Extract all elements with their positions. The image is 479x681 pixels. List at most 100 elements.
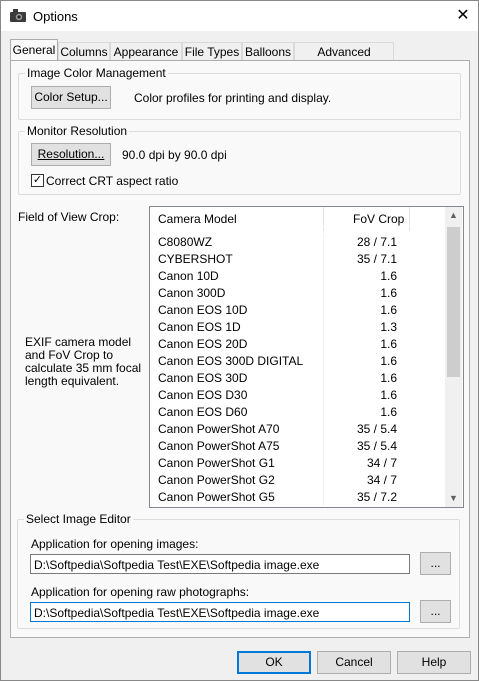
list-item[interactable]: Canon EOS 30D 1.6: [150, 370, 445, 387]
fov-crop-cell: 35 / 5.4: [356, 422, 397, 436]
tab-advanced-settings[interactable]: Advanced Settings: [294, 42, 394, 77]
cell-divider: [323, 387, 324, 404]
tab-general[interactable]: General: [10, 39, 58, 61]
fov-crop-cell: 1.6: [380, 286, 397, 300]
camera-model-cell: Canon PowerShot G5: [158, 490, 275, 504]
camera-model-cell: Canon 10D: [158, 269, 219, 283]
tab-file-types[interactable]: File Types: [182, 42, 242, 61]
list-header: Camera Model FoV Crop: [150, 207, 445, 231]
list-item[interactable]: Canon 300D 1.6: [150, 285, 445, 302]
column-header-fov[interactable]: FoV Crop: [353, 207, 404, 231]
fov-crop-cell: 1.6: [380, 371, 397, 385]
open-raw-path-field[interactable]: D:\Softpedia\Softpedia Test\EXE\Softpedi…: [30, 602, 410, 622]
list-item[interactable]: Canon EOS D30 1.6: [150, 387, 445, 404]
list-item[interactable]: Canon PowerShot G1 34 / 7: [150, 455, 445, 472]
header-divider[interactable]: [409, 207, 410, 231]
tab-balloons[interactable]: Balloons: [242, 42, 294, 61]
resolution-button[interactable]: Resolution...: [31, 143, 111, 166]
title-bar[interactable]: Options ✕: [1, 1, 478, 31]
cell-divider: [323, 353, 324, 370]
fov-crop-cell: 1.6: [380, 405, 397, 419]
help-button[interactable]: Help: [397, 651, 471, 674]
camera-model-cell: Canon PowerShot A70: [158, 422, 280, 436]
crt-aspect-label: Correct CRT aspect ratio: [46, 174, 179, 188]
open-images-label: Application for opening images:: [31, 537, 199, 551]
list-item[interactable]: Canon EOS 10D 1.6: [150, 302, 445, 319]
camera-fov-list[interactable]: Camera Model FoV Crop C8080WZ 28 / 7.1 CYB…: [149, 206, 464, 508]
fov-crop-cell: 34 / 7: [366, 473, 397, 487]
cell-divider: [323, 319, 324, 336]
fov-crop-cell: 35 / 5.4: [356, 439, 397, 453]
tab-columns[interactable]: Columns: [58, 42, 110, 61]
color-profiles-description: Color profiles for printing and display.: [134, 91, 332, 105]
list-item[interactable]: Canon PowerShot G5 35 / 7.2: [150, 489, 445, 506]
open-raw-label: Application for opening raw photographs:: [31, 585, 250, 599]
cell-divider: [323, 421, 324, 438]
options-dialog: Options ✕ General Columns Appearance Fil…: [0, 0, 479, 681]
list-item[interactable]: Canon PowerShot A75 35 / 5.4: [150, 438, 445, 455]
fov-crop-cell: 1.6: [380, 354, 397, 368]
fov-crop-cell: 34 / 7: [366, 456, 397, 470]
cancel-button[interactable]: Cancel: [317, 651, 391, 674]
column-header-model[interactable]: Camera Model: [158, 207, 237, 231]
cell-divider: [323, 285, 324, 302]
fov-crop-label: Field of View Crop:: [18, 210, 120, 224]
cell-divider: [323, 251, 324, 268]
list-item[interactable]: Canon PowerShot A70 35 / 5.4: [150, 421, 445, 438]
color-management-label: Image Color Management: [25, 66, 168, 80]
camera-model-cell: Canon EOS D30: [158, 388, 248, 402]
scrollbar-thumb[interactable]: [447, 227, 460, 377]
fov-crop-cell: 1.6: [380, 303, 397, 317]
cell-divider: [323, 438, 324, 455]
tab-appearance[interactable]: Appearance: [110, 42, 182, 61]
color-setup-label: Color Setup...: [34, 90, 108, 104]
camera-model-cell: Canon EOS D60: [158, 405, 248, 419]
camera-model-cell: Canon EOS 300D DIGITAL: [158, 354, 304, 368]
cell-divider: [323, 472, 324, 489]
fov-description: EXIF camera model and FoV Crop to calcul…: [25, 335, 142, 388]
cell-divider: [323, 455, 324, 472]
window-title: Options: [33, 9, 78, 24]
camera-model-cell: Canon EOS 30D: [158, 371, 248, 385]
fov-crop-cell: 1.6: [380, 269, 397, 283]
fov-crop-cell: 35 / 7.1: [356, 252, 397, 266]
camera-model-cell: Canon PowerShot A75: [158, 439, 280, 453]
camera-model-cell: Canon EOS 10D: [158, 303, 248, 317]
list-item[interactable]: Canon PowerShot G2 34 / 7: [150, 472, 445, 489]
open-images-browse-button[interactable]: ...: [420, 552, 451, 575]
list-item[interactable]: C8080WZ 28 / 7.1: [150, 234, 445, 251]
close-icon[interactable]: ✕: [448, 1, 478, 31]
camera-model-cell: Canon PowerShot G2: [158, 473, 275, 487]
monitor-resolution-label: Monitor Resolution: [25, 124, 130, 138]
camera-model-cell: Canon 300D: [158, 286, 226, 300]
resolution-value: 90.0 dpi by 90.0 dpi: [122, 148, 227, 162]
scroll-down-icon[interactable]: ▼: [445, 490, 462, 507]
fov-crop-cell: 28 / 7.1: [356, 235, 397, 249]
list-item[interactable]: Canon EOS D60 1.6: [150, 404, 445, 421]
camera-icon: [10, 9, 26, 22]
camera-model-cell: C8080WZ: [158, 235, 213, 249]
list-item[interactable]: Canon EOS 20D 1.6: [150, 336, 445, 353]
ok-button[interactable]: OK: [237, 651, 311, 674]
cell-divider: [323, 404, 324, 421]
resolution-label: Resolution...: [37, 147, 105, 161]
camera-model-cell: Canon EOS 1D: [158, 320, 241, 334]
fov-crop-cell: 1.6: [380, 388, 397, 402]
list-item[interactable]: CYBERSHOT 35 / 7.1: [150, 251, 445, 268]
list-scrollbar[interactable]: ▲ ▼: [445, 207, 462, 507]
list-item[interactable]: Canon EOS 1D 1.3: [150, 319, 445, 336]
list-item[interactable]: Canon 10D 1.6: [150, 268, 445, 285]
list-item[interactable]: Canon EOS 300D DIGITAL 1.6: [150, 353, 445, 370]
scroll-up-icon[interactable]: ▲: [445, 207, 462, 224]
fov-crop-cell: 1.3: [380, 320, 397, 334]
cell-divider: [323, 234, 324, 251]
color-setup-button[interactable]: Color Setup...: [31, 86, 111, 109]
cell-divider: [323, 268, 324, 285]
header-divider[interactable]: [323, 207, 324, 231]
cell-divider: [323, 302, 324, 319]
open-raw-browse-button[interactable]: ...: [420, 600, 451, 623]
crt-aspect-checkbox[interactable]: ✓: [31, 174, 44, 187]
image-editor-label: Select Image Editor: [24, 512, 133, 526]
cell-divider: [323, 370, 324, 387]
open-images-path-field[interactable]: D:\Softpedia\Softpedia Test\EXE\Softpedi…: [30, 554, 410, 574]
